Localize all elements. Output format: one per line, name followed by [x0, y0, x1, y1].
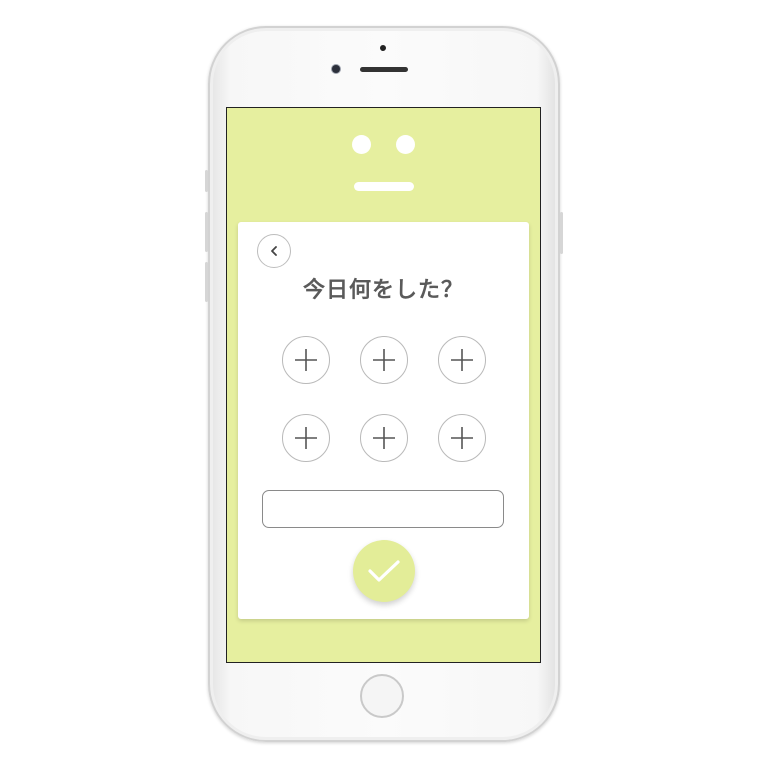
earpiece-speaker — [360, 67, 408, 72]
add-activity-button-1[interactable] — [282, 336, 330, 384]
right-eye — [396, 135, 415, 154]
activity-button-grid — [282, 336, 488, 464]
activity-card: 今日何をした？ — [238, 222, 529, 619]
add-activity-button-6[interactable] — [438, 414, 486, 462]
mockup-stage: 今日何をした？ — [0, 0, 768, 768]
add-activity-button-5[interactable] — [360, 414, 408, 462]
home-button[interactable] — [360, 674, 404, 718]
power-button — [560, 212, 563, 254]
volume-up-button — [205, 212, 208, 252]
plus-icon — [373, 349, 395, 371]
mute-switch — [205, 170, 208, 192]
plus-icon — [295, 349, 317, 371]
plus-icon — [451, 349, 473, 371]
plus-icon — [451, 427, 473, 449]
back-button[interactable] — [257, 234, 291, 268]
proximity-sensor — [380, 45, 386, 51]
add-activity-button-2[interactable] — [360, 336, 408, 384]
volume-down-button — [205, 262, 208, 302]
plus-icon — [295, 427, 317, 449]
mouth — [354, 182, 414, 191]
plus-icon — [373, 427, 395, 449]
add-activity-button-4[interactable] — [282, 414, 330, 462]
front-camera — [332, 65, 340, 73]
face-header — [227, 108, 540, 208]
app-screen: 今日何をした？ — [226, 107, 541, 663]
left-eye — [352, 135, 371, 154]
add-activity-button-3[interactable] — [438, 336, 486, 384]
confirm-button[interactable] — [353, 540, 415, 602]
checkmark-icon — [368, 560, 400, 582]
page-title: 今日何をした？ — [302, 278, 464, 303]
chevron-left-icon — [271, 246, 277, 256]
activity-text-input[interactable] — [262, 490, 504, 528]
